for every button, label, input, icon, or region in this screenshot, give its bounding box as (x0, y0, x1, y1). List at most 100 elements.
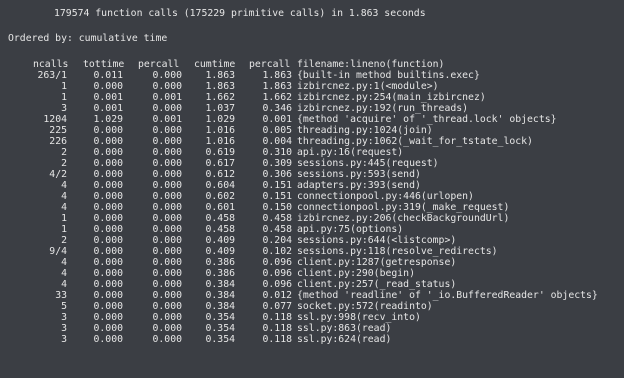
cell-percall: 0.000 (152, 279, 183, 290)
cell-function: client.py:290(begin) (297, 268, 415, 279)
table-row: 33 0.000 0.000 0.384 0.012 {method 'readline'… (0, 290, 624, 301)
table-row: 1 0.000 0.000 0.458 0.458 api.py:75(options) (0, 224, 624, 235)
cell-percall: 0.000 (152, 158, 183, 169)
table-row: 4 0.000 0.000 0.602 0.151 connectionpool.py:4… (0, 191, 624, 202)
cell-cumtime: 1.037 (205, 103, 236, 114)
cell-tottime: 0.000 (93, 180, 124, 191)
cell-percall-cum: 0.118 (262, 334, 293, 345)
cell-tottime: 0.000 (93, 136, 124, 147)
cell-function: sessions.py:118(resolve_redirects) (297, 246, 498, 257)
cell-tottime: 0.000 (93, 158, 124, 169)
cell-function: connectionpool.py:446(urlopen) (297, 191, 474, 202)
table-row: 226 0.000 0.000 1.016 0.004 threading.py:1062… (0, 136, 624, 147)
cell-ncalls: 2 (61, 158, 67, 169)
cell-cumtime: 0.604 (205, 180, 236, 191)
terminal-window[interactable]: 179574 function calls (175229 primitive … (0, 0, 624, 378)
cell-percall-cum: 0.151 (262, 180, 293, 191)
cell-tottime: 0.000 (93, 147, 124, 158)
table-row: 2 0.000 0.000 0.619 0.310 api.py:16(request) (0, 147, 624, 158)
cell-cumtime: 1.029 (205, 114, 236, 125)
cell-percall-cum: 0.204 (262, 235, 293, 246)
cell-cumtime: 0.384 (205, 301, 236, 312)
cell-cumtime: 0.384 (205, 290, 236, 301)
table-row: 1 0.000 0.000 0.458 0.458 izbircnez.py:206(ch… (0, 213, 624, 224)
cell-function: api.py:16(request) (297, 147, 404, 158)
cell-function: {built-in method builtins.exec} (297, 70, 480, 81)
cell-cumtime: 1.863 (205, 81, 236, 92)
cell-percall: 0.000 (152, 103, 183, 114)
cell-cumtime: 1.863 (205, 70, 236, 81)
cell-percall: 0.000 (152, 268, 183, 279)
table-row: 4 0.000 0.000 0.601 0.150 connectionpool.py:3… (0, 202, 624, 213)
cell-percall-cum: 0.005 (262, 125, 293, 136)
cell-function: izbircnez.py:1(<module>) (297, 81, 439, 92)
cell-percall: 0.000 (152, 136, 183, 147)
table-row: 225 0.000 0.000 1.016 0.005 threading.py:1024… (0, 125, 624, 136)
cell-percall: 0.000 (152, 125, 183, 136)
cell-percall: 0.001 (152, 114, 183, 125)
cell-ncalls: 4 (61, 257, 67, 268)
ordered-by-label: Ordered by: cumulative time (8, 33, 168, 44)
cell-cumtime: 0.384 (205, 279, 236, 290)
cell-percall-cum: 0.012 (262, 290, 293, 301)
cell-tottime: 0.000 (93, 334, 124, 345)
table-row: 3 0.000 0.000 0.354 0.118 ssl.py:998(recv_int… (0, 312, 624, 323)
cell-function: izbircnez.py:206(checkBackgroundUrl) (297, 213, 510, 224)
cell-percall-cum: 0.077 (262, 301, 293, 312)
cell-percall: 0.000 (152, 213, 183, 224)
cell-percall: 0.000 (152, 224, 183, 235)
table-row: 263/1 0.011 0.000 1.863 1.863 {built-in metho… (0, 70, 624, 81)
cell-tottime: 0.000 (93, 290, 124, 301)
cell-ncalls: 4 (61, 202, 67, 213)
cell-percall-cum: 0.118 (262, 312, 293, 323)
cell-function: sessions.py:593(send) (297, 169, 421, 180)
cell-percall: 0.000 (152, 70, 183, 81)
cell-percall-cum: 1.662 (262, 92, 293, 103)
cell-percall: 0.000 (152, 191, 183, 202)
cell-cumtime: 0.354 (205, 323, 236, 334)
cell-percall: 0.000 (152, 180, 183, 191)
cell-tottime: 0.011 (93, 70, 124, 81)
table-row: 4 0.000 0.000 0.386 0.096 client.py:290(begin… (0, 268, 624, 279)
cell-percall-cum: 0.096 (262, 268, 293, 279)
table-row: 3 0.000 0.000 0.354 0.118 ssl.py:624(read) (0, 334, 624, 345)
cell-percall-cum: 1.863 (262, 81, 293, 92)
cell-cumtime: 0.409 (205, 246, 236, 257)
cell-tottime: 0.000 (93, 235, 124, 246)
cell-tottime: 0.000 (93, 268, 124, 279)
cell-function: ssl.py:863(read) (297, 323, 392, 334)
cell-cumtime: 0.617 (205, 158, 236, 169)
cell-cumtime: 1.016 (205, 125, 236, 136)
cell-percall-cum: 1.863 (262, 70, 293, 81)
cell-ncalls: 9/4 (49, 246, 67, 257)
table-row: 4 0.000 0.000 0.386 0.096 client.py:1287(getr… (0, 257, 624, 268)
cell-cumtime: 0.386 (205, 268, 236, 279)
cell-tottime: 0.000 (93, 125, 124, 136)
cell-ncalls: 33 (55, 290, 67, 301)
cell-cumtime: 0.612 (205, 169, 236, 180)
cell-ncalls: 3 (61, 312, 67, 323)
cell-tottime: 0.000 (93, 213, 124, 224)
table-header: ncalls tottime percall cumtime percall f… (0, 59, 624, 70)
cell-ncalls: 3 (61, 323, 67, 334)
cell-tottime: 0.000 (93, 169, 124, 180)
cell-percall: 0.000 (152, 235, 183, 246)
header-percall: percall (138, 59, 180, 70)
cell-percall-cum: 0.306 (262, 169, 293, 180)
cell-percall-cum: 0.118 (262, 323, 293, 334)
cell-percall: 0.000 (152, 169, 183, 180)
cell-ncalls: 225 (49, 125, 67, 136)
cell-tottime: 0.000 (93, 301, 124, 312)
cell-percall-cum: 0.102 (262, 246, 293, 257)
cell-cumtime: 1.016 (205, 136, 236, 147)
cell-function: adapters.py:393(send) (297, 180, 421, 191)
cell-percall: 0.000 (152, 246, 183, 257)
cell-percall-cum: 0.309 (262, 158, 293, 169)
cell-percall-cum: 0.096 (262, 279, 293, 290)
header-cumtime: cumtime (194, 59, 236, 70)
cell-function: {method 'readline' of '_io.BufferedReade… (297, 290, 598, 301)
cell-ncalls: 1 (61, 81, 67, 92)
cell-percall-cum: 0.004 (262, 136, 293, 147)
table-row: 4 0.000 0.000 0.384 0.096 client.py:257(_read… (0, 279, 624, 290)
cell-tottime: 0.000 (93, 279, 124, 290)
